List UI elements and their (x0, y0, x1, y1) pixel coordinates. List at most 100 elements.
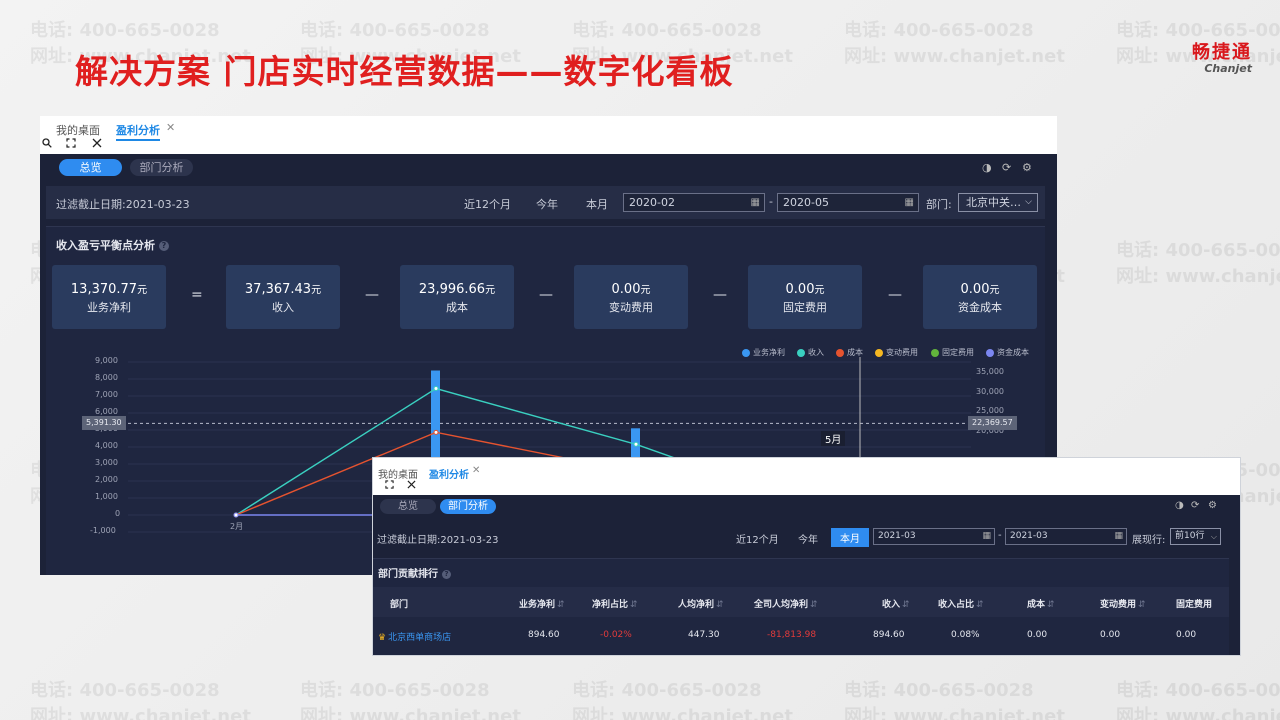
chevron-down-icon: ⌵ (1025, 197, 1032, 207)
theme-icon[interactable]: ◑ (982, 161, 992, 174)
expand-icon[interactable] (385, 480, 394, 492)
column-header[interactable]: 部门 (390, 597, 408, 610)
sort-icon[interactable]: ⇵ (1047, 600, 1055, 610)
kpi-card-capital-cost: 0.00元 资金成本 (923, 265, 1037, 329)
kpi-value: 23,996.66 (418, 282, 486, 297)
column-header[interactable]: 净利占比 ⇵ (592, 597, 638, 610)
y-left-tick-label: 6,000 (95, 407, 118, 416)
department-select[interactable]: 北京中关… ⌵ (958, 193, 1038, 212)
kpi-value: 37,367.43 (244, 282, 312, 297)
column-header[interactable]: 变动费用 ⇵ (1100, 597, 1146, 610)
kpi-value: 0.00 (611, 282, 641, 297)
filter-last12-button[interactable]: 近12个月 (464, 196, 511, 212)
y-right-tick-label: 35,000 (976, 366, 1004, 376)
watermark-text: 电话: 400-665-0028网址: www.chanjet.net (844, 680, 1065, 720)
column-header[interactable]: 人均净利 ⇵ (678, 597, 724, 610)
department-link[interactable]: ♛ 北京西单商场店 (378, 630, 451, 643)
filter-date-label: 过滤截止日期:2021-03-23 (56, 198, 190, 211)
calendar-icon[interactable]: ▦ (982, 529, 991, 544)
operator-minus: — (888, 287, 902, 303)
slide-title: 解决方案 门店实时经营数据——数字化看板 (75, 52, 734, 91)
refresh-icon[interactable]: ⟳ (1002, 161, 1011, 174)
operator-minus: — (713, 287, 727, 303)
chevron-down-icon: ⌵ (1210, 532, 1217, 541)
tab-overview[interactable]: 总览 (59, 159, 122, 176)
filter-this-year-button[interactable]: 今年 (536, 196, 558, 212)
y-left-tick-label: 8,000 (95, 373, 118, 382)
crown-icon: ♛ (378, 633, 387, 643)
profit-analysis-window-department: 我的桌面 盈利分析 ✕ 总览 部门分析 ◑ ⟳ ⚙ 过滤截止日期:2021-03… (373, 458, 1240, 655)
kpi-value: 0.00 (785, 282, 815, 297)
settings-gear-icon[interactable]: ⚙ (1022, 161, 1032, 174)
tab-profit-analysis[interactable]: 盈利分析 (429, 466, 469, 481)
column-header[interactable]: 业务净利 ⇵ (519, 597, 565, 610)
tab-my-desktop[interactable]: 我的桌面 (56, 122, 100, 138)
table-cell: 894.60 (873, 630, 905, 640)
rows-label: 展现行: (1132, 535, 1166, 546)
series-point (433, 429, 439, 435)
sort-icon[interactable]: ⇵ (810, 600, 818, 610)
column-header[interactable]: 收入占比 ⇵ (938, 597, 984, 610)
tab-close-icon[interactable]: ✕ (472, 465, 480, 476)
help-icon[interactable]: ? (442, 569, 451, 579)
tab-close-icon[interactable]: ✕ (166, 121, 175, 134)
start-date-input[interactable]: 2020-02 ▦ (623, 193, 765, 212)
filter-this-month-button[interactable]: 本月 (586, 196, 608, 212)
end-date-input[interactable]: 2021-03 ▦ (1005, 528, 1127, 545)
kpi-unit: 元 (485, 285, 496, 296)
top-nav: 总览 部门分析 ◑ ⟳ ⚙ (373, 495, 1240, 518)
column-header[interactable]: 固定费用 (1176, 597, 1212, 610)
close-icon[interactable] (407, 480, 416, 492)
watermark-text: 电话: 400-665-0028网址: www.chanjet.net (844, 20, 1065, 67)
department-ranking-panel: 部门贡献排行? 部门 业务净利 ⇵ 净利占比 ⇵ 人均净利 ⇵ 全司人均净利 ⇵ 收入 ⇵ 收入占比 ⇵… (373, 558, 1229, 655)
end-date-input[interactable]: 2020-05 ▦ (777, 193, 919, 212)
sort-icon[interactable]: ⇵ (976, 600, 984, 610)
filter-last12-button[interactable]: 近12个月 (736, 531, 779, 546)
tab-department-analysis[interactable]: 部门分析 (130, 159, 193, 176)
y-left-tick-label: 3,000 (95, 458, 118, 467)
column-header[interactable]: 成本 ⇵ (1027, 597, 1055, 610)
sort-icon[interactable]: ⇵ (1138, 600, 1146, 610)
panel-title-text: 部门贡献排行 (378, 569, 438, 580)
kpi-label: 业务净利 (87, 301, 131, 314)
sort-icon[interactable]: ⇵ (902, 600, 910, 610)
refresh-icon[interactable]: ⟳ (1191, 500, 1199, 511)
y-left-tick-label: -1,000 (90, 526, 116, 535)
column-header[interactable]: 全司人均净利 ⇵ (754, 597, 818, 610)
operator-equals: = (191, 287, 203, 303)
kpi-card-fixed-expense: 0.00元 固定费用 (748, 265, 862, 329)
rows-select[interactable]: 前10行 ⌵ (1170, 528, 1221, 545)
y-left-tick-label: 4,000 (95, 441, 118, 450)
x-tick-label: 2月 (230, 522, 244, 531)
close-icon[interactable] (92, 137, 102, 151)
settings-gear-icon[interactable]: ⚙ (1208, 500, 1217, 511)
search-icon[interactable] (42, 137, 52, 151)
help-icon[interactable]: ? (159, 241, 169, 251)
date-range-dash: - (769, 195, 773, 208)
operator-minus: — (539, 287, 553, 303)
tab-department-analysis[interactable]: 部门分析 (440, 499, 496, 514)
calendar-icon[interactable]: ▦ (1114, 529, 1123, 544)
column-header[interactable]: 收入 ⇵ (882, 597, 910, 610)
filter-this-year-button[interactable]: 今年 (798, 531, 818, 546)
filter-this-month-button[interactable]: 本月 (831, 528, 869, 547)
sort-icon[interactable]: ⇵ (630, 600, 638, 610)
series-point (633, 441, 639, 447)
sort-icon[interactable]: ⇵ (716, 600, 724, 610)
tab-my-desktop[interactable]: 我的桌面 (378, 466, 418, 481)
start-date-input[interactable]: 2021-03 ▦ (873, 528, 995, 545)
calendar-icon[interactable]: ▦ (905, 194, 914, 211)
expand-icon[interactable] (66, 137, 76, 151)
table-cell: 447.30 (688, 630, 720, 640)
calendar-icon[interactable]: ▦ (751, 194, 760, 211)
theme-icon[interactable]: ◑ (1175, 500, 1184, 511)
watermark-text: 电话: 400-665-0028网址: www.chanjet.net (300, 680, 521, 720)
tab-overview[interactable]: 总览 (380, 499, 436, 514)
kpi-unit: 元 (989, 285, 1000, 296)
tab-profit-analysis[interactable]: 盈利分析 (116, 122, 160, 141)
kpi-unit: 元 (640, 285, 651, 296)
y-left-tick-label: 9,000 (95, 356, 118, 365)
y-left-tick-label: 1,000 (95, 492, 118, 501)
kpi-label: 固定费用 (783, 301, 827, 314)
sort-icon[interactable]: ⇵ (557, 600, 565, 610)
